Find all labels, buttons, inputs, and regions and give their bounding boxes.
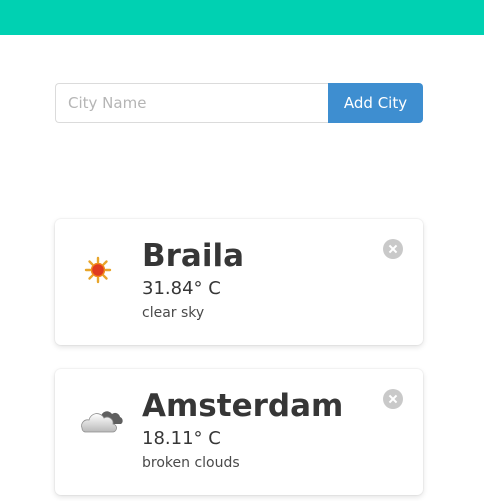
city-card-amsterdam: Amsterdam 18.11° C broken clouds [55, 369, 423, 495]
city-name: Amsterdam [142, 388, 344, 424]
city-temperature: 31.84° C [142, 278, 221, 299]
add-city-button[interactable]: Add City [328, 83, 423, 123]
city-temperature: 18.11° C [142, 428, 221, 449]
top-navbar [0, 0, 484, 35]
add-city-form: Add City [55, 83, 423, 123]
delete-city-button[interactable] [383, 389, 403, 409]
city-card-braila: Braila 31.84° C clear sky [55, 219, 423, 345]
city-name: Braila [142, 238, 245, 274]
weather-description: broken clouds [142, 455, 240, 471]
cloud-icon [81, 411, 123, 433]
city-name-input[interactable] [55, 83, 328, 123]
sun-icon [84, 256, 112, 284]
weather-description: clear sky [142, 305, 205, 321]
delete-city-button[interactable] [383, 239, 403, 259]
